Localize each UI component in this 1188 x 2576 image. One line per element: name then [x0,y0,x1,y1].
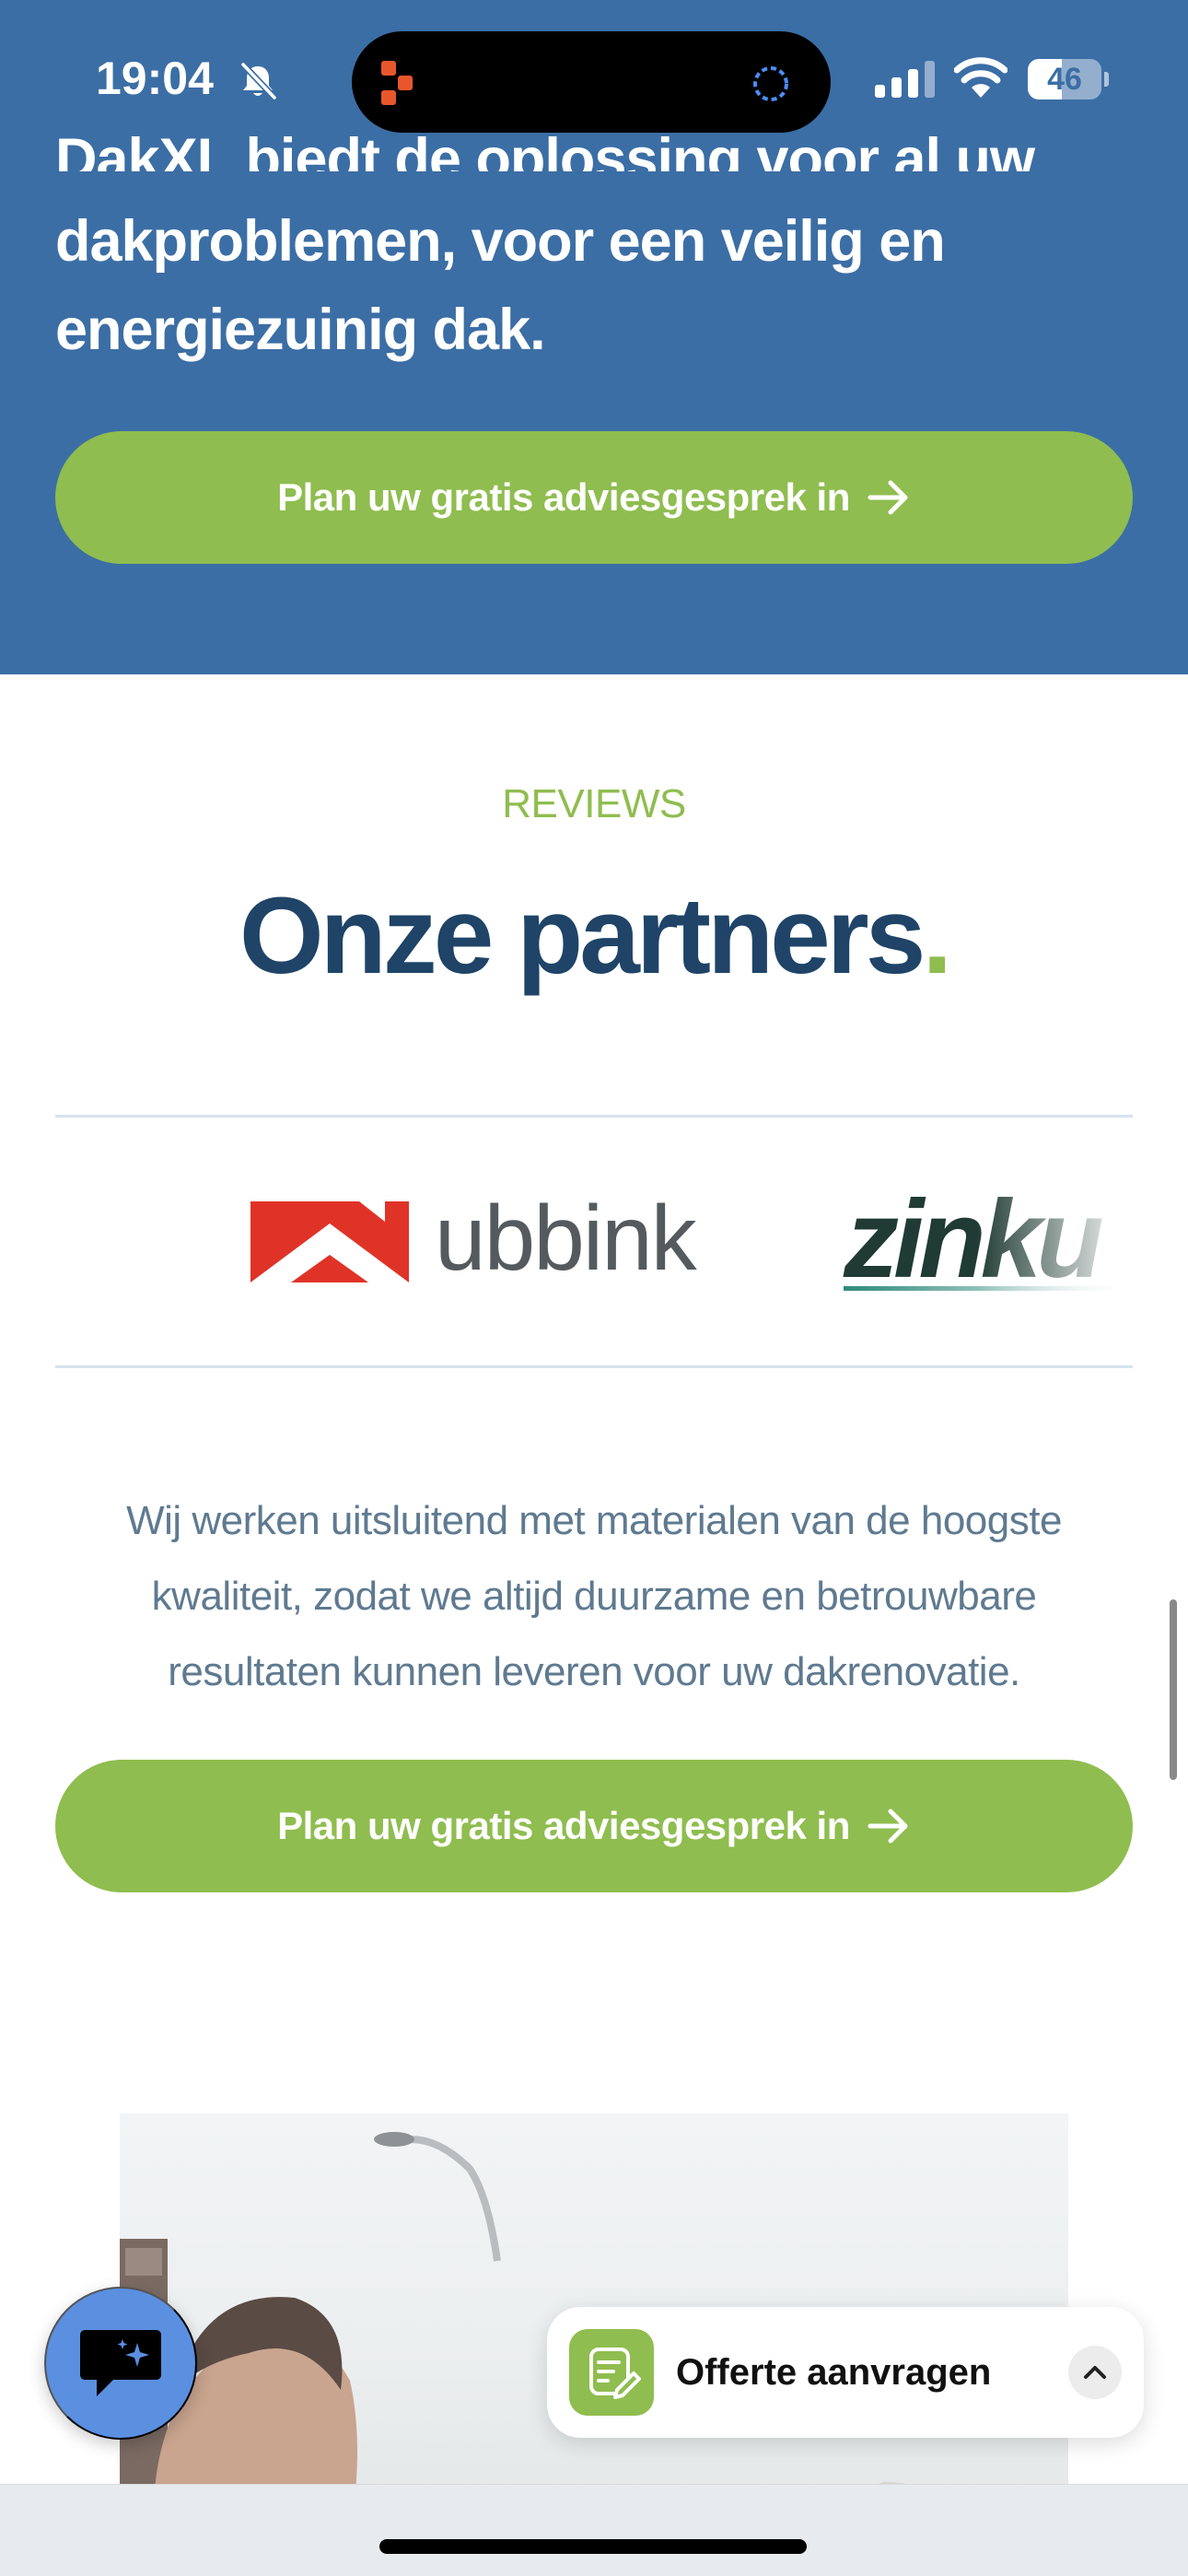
battery-cap [1104,72,1109,87]
cta-label: Plan uw gratis adviesgesprek in [277,1804,850,1847]
cellular-signal-icon [875,61,935,98]
section-title-text: Onze partners [239,875,926,997]
partners-description: Wij werken uitsluitend met materialen va… [92,1483,1096,1710]
home-indicator[interactable] [379,2539,807,2554]
activity-ring-icon [753,66,788,101]
description-line: Wij werken uitsluitend met materialen va… [126,1498,1062,1543]
wifi-icon [954,57,1007,98]
hero-text-line: energiezuinig dak. [55,298,546,362]
arrow-right-icon [868,1809,908,1844]
browser-bottom-bar [0,2484,1188,2576]
partner-logo-carousel[interactable]: ubbink zinku [55,1124,1133,1364]
ubbink-logo-text: ubbink [435,1187,697,1290]
ubbink-logo-mark [250,1201,409,1282]
chat-sparkle-icon [80,2330,161,2396]
hero-cta-button[interactable]: Plan uw gratis adviesgesprek in [55,431,1133,564]
partners-cta-button[interactable]: Plan uw gratis adviesgesprek in [55,1760,1133,1892]
status-time: 19:04 [96,53,214,104]
hero-text: dakproblemen, voor een veilig en energie… [55,197,1133,374]
dynamic-island [352,31,831,133]
form-edit-icon [569,2329,654,2416]
bell-muted-icon [240,62,277,100]
quote-request-widget[interactable]: Offerte aanvragen [547,2307,1144,2438]
section-eyebrow: REVIEWS [502,781,686,826]
description-line: resultaten kunnen leveren voor uw dakren… [168,1649,1020,1694]
chat-button[interactable] [44,2287,197,2440]
section-title-dot: . [922,875,952,997]
divider [55,1365,1133,1368]
status-bar: 19:04 46 [0,0,1188,138]
battery-indicator: 46 [1028,59,1109,100]
battery-percentage: 46 [1047,62,1082,97]
section-title: Onze partners. [0,873,1188,999]
divider [55,1115,1133,1118]
quote-request-label: Offerte aanvragen [676,2352,992,2393]
description-line: kwaliteit, zodat we altijd duurzame en b… [151,1574,1037,1619]
carousel-fade [976,1124,1133,1364]
app-activity-icon [381,61,413,105]
scroll-indicator [1170,1599,1177,1780]
arrow-right-icon [868,480,908,515]
hero-text-line: dakproblemen, voor een veilig en [55,209,946,274]
cta-label: Plan uw gratis adviesgesprek in [277,475,850,519]
chevron-up-icon[interactable] [1068,2346,1122,2399]
